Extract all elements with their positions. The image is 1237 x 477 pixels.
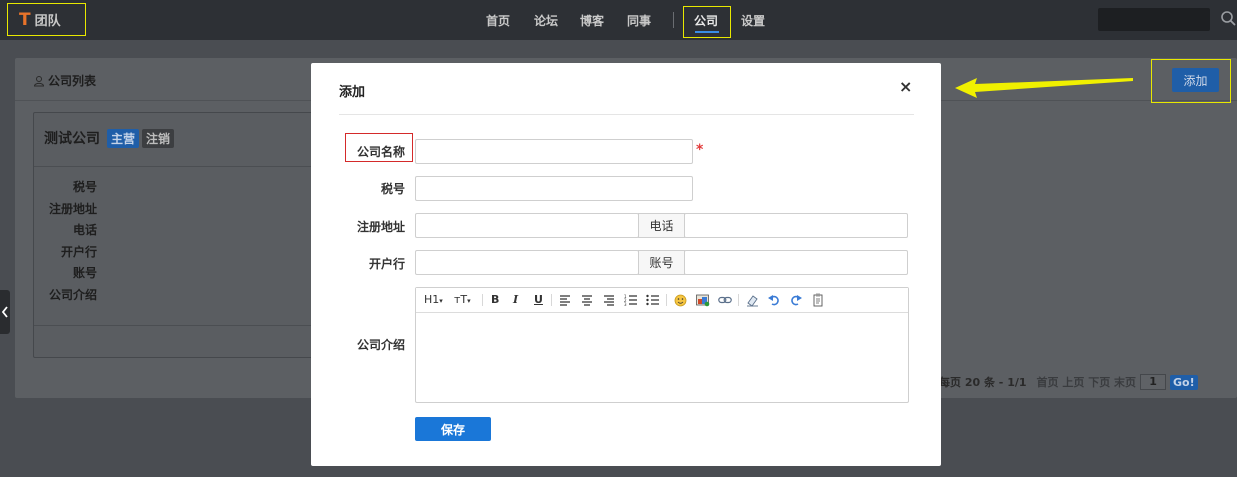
bank-input[interactable] xyxy=(415,250,639,275)
align-left-icon[interactable] xyxy=(559,294,571,306)
search-input[interactable] xyxy=(1098,8,1210,31)
tax-id-label: 税号 xyxy=(380,182,405,196)
panel-title-text: 公司列表 xyxy=(48,74,97,88)
company-name-input[interactable] xyxy=(415,139,693,164)
nav-item-forum[interactable]: 论坛 xyxy=(534,12,558,29)
card-field-bank: 开户行 xyxy=(60,245,97,259)
chevron-left-icon xyxy=(1,306,8,318)
search-icon[interactable] xyxy=(1220,10,1236,26)
heading-button[interactable]: H1▾ xyxy=(424,293,443,308)
toolbar-divider xyxy=(666,294,667,306)
status-badge-main: 主营 xyxy=(107,128,140,148)
nav-item-home[interactable]: 首页 xyxy=(486,12,510,29)
card-footer-divider xyxy=(34,325,332,326)
nav-divider xyxy=(673,12,674,28)
pagination-links[interactable]: 首页 上页 下页 末页 xyxy=(1037,374,1137,390)
arrow-annotation-icon xyxy=(955,78,1133,98)
link-icon[interactable] xyxy=(718,295,732,305)
toolbar-divider xyxy=(482,294,483,306)
user-icon xyxy=(33,75,45,86)
modal-divider xyxy=(339,114,914,115)
card-field-intro: 公司介绍 xyxy=(49,288,98,302)
font-size-button[interactable]: тT▾ xyxy=(454,293,471,308)
add-company-button[interactable]: 添加 xyxy=(1172,68,1219,92)
address-input[interactable] xyxy=(415,213,639,238)
nav-item-colleagues[interactable]: 同事 xyxy=(627,12,651,29)
card-field-tax-id: 税号 xyxy=(72,180,97,194)
save-button[interactable]: 保存 xyxy=(415,417,491,441)
intro-label: 公司介绍 xyxy=(356,338,405,352)
sidebar-toggle[interactable] xyxy=(0,290,10,334)
tax-id-input[interactable] xyxy=(415,176,693,201)
bold-button[interactable]: B xyxy=(491,293,499,307)
ordered-list-icon[interactable]: 123 xyxy=(624,294,637,306)
company-card-header: 测试公司 主营 注销 xyxy=(44,128,175,148)
brand-name: 团队 xyxy=(34,14,61,29)
brand-logo-letter: T xyxy=(19,9,31,30)
eraser-icon[interactable] xyxy=(746,294,759,307)
unordered-list-icon[interactable] xyxy=(646,294,659,306)
svg-text:3: 3 xyxy=(624,302,627,306)
align-right-icon[interactable] xyxy=(603,294,615,306)
address-label: 注册地址 xyxy=(356,220,405,234)
paste-plain-icon[interactable] xyxy=(812,293,824,307)
account-addon-label: 账号 xyxy=(638,250,685,275)
nav-item-settings[interactable]: 设置 xyxy=(741,12,765,29)
pagination: ，每页 20 条 - 1/1 首页 上页 下页 末页 1 Go! xyxy=(928,374,1198,390)
add-company-modal: 添加 × 公司名称 * 税号 注册地址 电话 开户行 账号 公司介绍 H1▾ т… xyxy=(311,63,941,466)
account-input[interactable] xyxy=(684,250,908,275)
italic-button[interactable]: I xyxy=(513,293,518,307)
intro-rich-text-editor[interactable]: H1▾ тT▾ B I U 123 xyxy=(415,287,909,403)
emoji-icon[interactable] xyxy=(674,294,687,307)
card-field-phone: 电话 xyxy=(72,223,97,237)
page-number-input[interactable]: 1 xyxy=(1140,374,1167,390)
nav-item-blog[interactable]: 博客 xyxy=(580,12,604,29)
panel-title: 公司列表 xyxy=(33,72,96,89)
phone-input[interactable] xyxy=(684,213,908,238)
close-icon[interactable]: × xyxy=(899,79,912,95)
brand-logo[interactable]: T 团队 xyxy=(7,3,86,36)
pagination-summary: ，每页 20 条 - 1/1 xyxy=(928,376,1027,389)
card-field-address: 注册地址 xyxy=(49,202,98,216)
undo-icon[interactable] xyxy=(768,294,780,306)
bank-label: 开户行 xyxy=(368,257,405,271)
align-center-icon[interactable] xyxy=(581,294,593,306)
status-badge-cancelled: 注销 xyxy=(142,128,175,148)
nav-item-company[interactable]: 公司 xyxy=(694,12,718,29)
card-divider xyxy=(34,166,332,167)
modal-title: 添加 xyxy=(339,85,366,100)
toolbar-divider xyxy=(551,294,552,306)
phone-addon-label: 电话 xyxy=(638,213,685,238)
redo-icon[interactable] xyxy=(790,294,802,306)
image-icon[interactable] xyxy=(696,294,710,307)
company-name[interactable]: 测试公司 xyxy=(44,128,100,148)
underline-button[interactable]: U xyxy=(534,293,543,307)
company-name-label: 公司名称 xyxy=(356,145,405,159)
go-button[interactable]: Go! xyxy=(1170,374,1198,390)
required-mark: * xyxy=(696,142,704,158)
editor-toolbar: H1▾ тT▾ B I U 123 xyxy=(416,288,908,313)
nav-active-underline xyxy=(695,31,719,33)
card-field-account: 账号 xyxy=(72,266,97,280)
toolbar-divider xyxy=(738,294,739,306)
top-navbar xyxy=(0,0,1237,40)
